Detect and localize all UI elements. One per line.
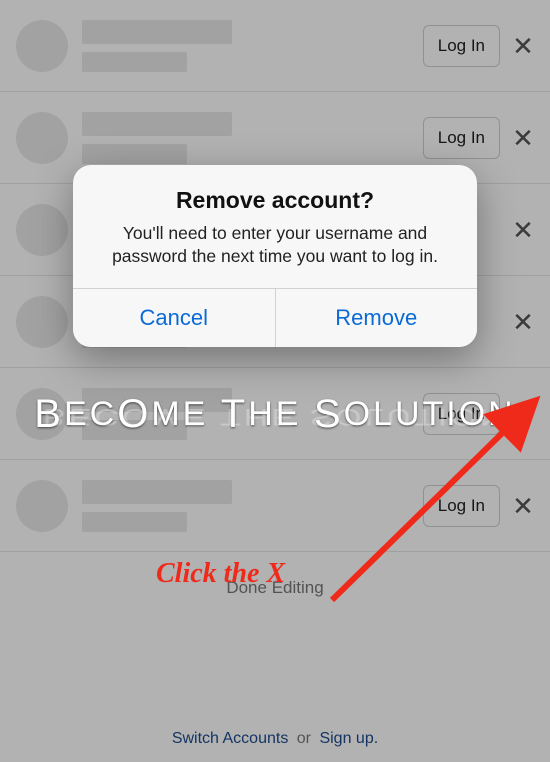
alert-message: You'll need to enter your username and p… xyxy=(95,222,455,268)
alert-title: Remove account? xyxy=(95,187,455,214)
cancel-button[interactable]: Cancel xyxy=(73,289,275,347)
remove-account-alert: Remove account? You'll need to enter you… xyxy=(73,165,477,347)
remove-button[interactable]: Remove xyxy=(275,289,478,347)
modal-backdrop xyxy=(0,0,550,762)
screen: Log In ✕ Log In ✕ ✕ ✕ xyxy=(0,0,550,762)
